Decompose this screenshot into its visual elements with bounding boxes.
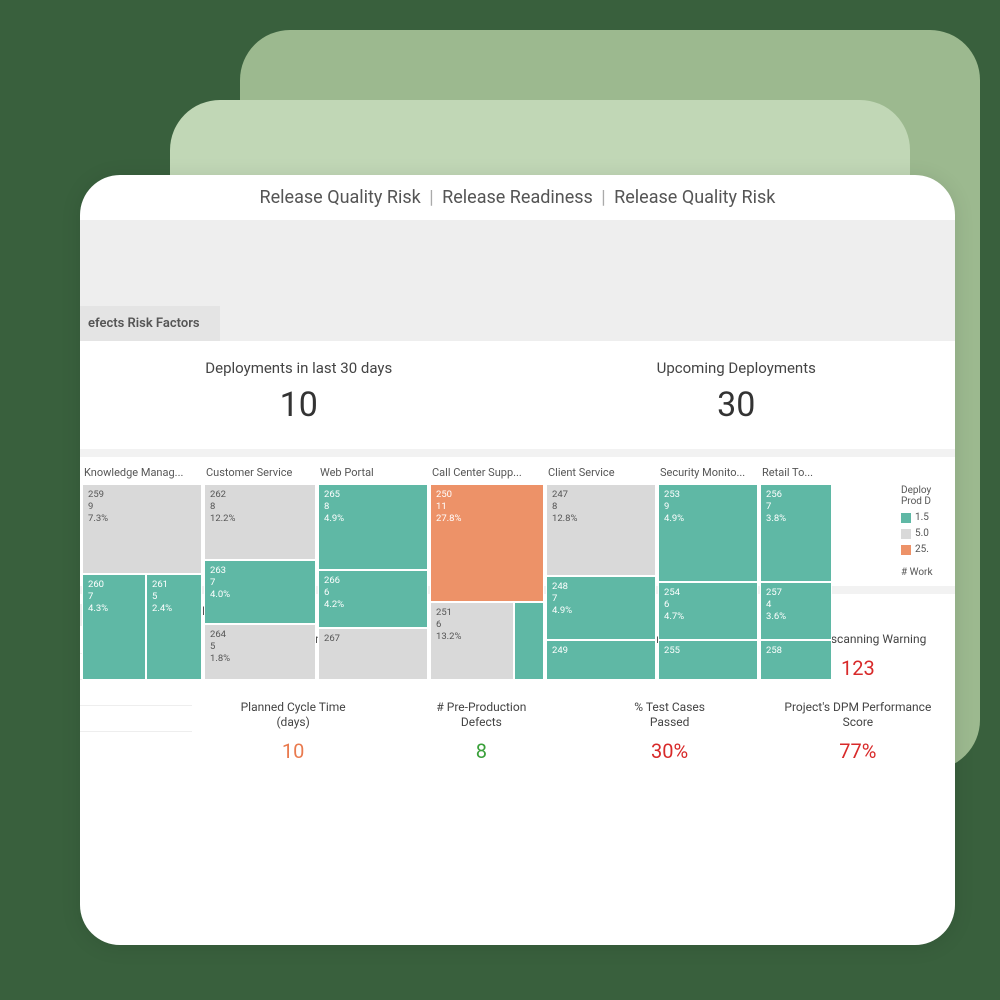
column-header: Client Service — [546, 463, 656, 484]
risk-label: # Pre-Production Defects — [390, 700, 572, 729]
column-cells: 247812.8%24874.9%249 — [546, 484, 656, 578]
treemap-cell[interactable]: 249 — [546, 640, 656, 680]
treemap-column: Customer Service262812.2%26374.0%26451.8… — [204, 463, 316, 578]
legend-title-1: Deploy — [901, 485, 951, 496]
kpi-row: Deployments in last 30 days 10 Upcoming … — [80, 341, 955, 457]
dashboard-panel: Release Quality Risk | Release Readiness… — [80, 175, 955, 945]
treemap-cell[interactable]: 26152.4% — [146, 574, 202, 680]
treemap[interactable]: Knowledge Manag...25997.3%26074.3%26152.… — [80, 463, 895, 578]
treemap-cell[interactable]: 25673.8% — [760, 484, 832, 582]
column-header: Security Monito... — [658, 463, 758, 484]
treemap-section: Knowledge Manag...25997.3%26074.3%26152.… — [80, 457, 955, 578]
breadcrumb-sep: | — [429, 187, 433, 208]
legend: Deploy Prod D 1.5 5.0 25. # Work — [895, 463, 955, 578]
treemap-cell[interactable]: 26584.9% — [318, 484, 428, 570]
treemap-cell[interactable]: 25743.6% — [760, 582, 832, 640]
swatch-orange — [901, 545, 911, 555]
risk-item: # Pre-Production Defects 8 — [390, 700, 572, 763]
breadcrumb: Release Quality Risk | Release Readiness… — [80, 175, 955, 221]
legend-item: 1.5 — [901, 512, 951, 523]
treemap-column: Knowledge Manag...25997.3%26074.3%26152.… — [82, 463, 202, 578]
treemap-cell[interactable]: 24874.9% — [546, 576, 656, 640]
kpi-value: 30 — [518, 385, 956, 425]
column-cells: 26584.9%26664.2%267 — [318, 484, 428, 578]
tab-defects-risk-factors[interactable]: efects Risk Factors — [80, 306, 220, 341]
treemap-cell[interactable]: 25997.3% — [82, 484, 202, 574]
kpi-label: Deployments in last 30 days — [80, 359, 518, 377]
risk-item: Planned Cycle Time (days) 10 — [202, 700, 384, 763]
column-cells: 262812.2%26374.0%26451.8% — [204, 484, 316, 578]
treemap-cell[interactable]: 251613.2% — [430, 602, 514, 680]
treemap-column: Client Service247812.8%24874.9%249 — [546, 463, 656, 578]
kpi-value: 10 — [80, 385, 518, 425]
risk-value: 8 — [390, 739, 572, 763]
treemap-cell[interactable]: 26664.2% — [318, 570, 428, 628]
breadcrumb-seg-1[interactable]: Release Readiness — [442, 187, 593, 208]
kpi-upcoming-deployments: Upcoming Deployments 30 — [518, 359, 956, 425]
legend-item: 25. — [901, 544, 951, 555]
treemap-column: Retail To...25673.8%25743.6%258 — [760, 463, 832, 578]
legend-footer: # Work — [901, 567, 951, 578]
column-cells: 25394.9%25464.7%255 — [658, 484, 758, 578]
breadcrumb-sep: | — [601, 187, 605, 208]
breadcrumb-seg-2[interactable]: Release Quality Risk — [614, 187, 775, 208]
treemap-cell[interactable]: 2501127.8% — [430, 484, 544, 602]
column-header: Customer Service — [204, 463, 316, 484]
treemap-cell[interactable]: 258 — [760, 640, 832, 680]
treemap-cell[interactable] — [514, 602, 544, 680]
risk-value: 10 — [202, 739, 384, 763]
column-header: Call Center Supp... — [430, 463, 544, 484]
column-header: Knowledge Manag... — [82, 463, 202, 484]
swatch-teal — [901, 513, 911, 523]
treemap-cell[interactable]: 267 — [318, 628, 428, 680]
treemap-cell[interactable]: 26374.0% — [204, 560, 316, 624]
column-cells: 2501127.8%251613.2% — [430, 484, 544, 578]
treemap-cell[interactable]: 26451.8% — [204, 624, 316, 680]
filter-band: efects Risk Factors — [80, 221, 955, 341]
column-cells: 25997.3%26074.3%26152.4% — [82, 484, 202, 578]
treemap-column: Call Center Supp...2501127.8%251613.2% — [430, 463, 544, 578]
risk-label: % Test Cases Passed — [579, 700, 761, 729]
treemap-cell[interactable]: 26074.3% — [82, 574, 146, 680]
sidebar-line — [80, 680, 192, 706]
column-header: Web Portal — [318, 463, 428, 484]
risk-value: 77% — [767, 739, 949, 763]
risk-label: Planned Cycle Time (days) — [202, 700, 384, 729]
column-header: Retail To... — [760, 463, 832, 484]
treemap-cell[interactable]: 25464.7% — [658, 582, 758, 640]
treemap-column: Web Portal26584.9%26664.2%267 — [318, 463, 428, 578]
breadcrumb-seg-0[interactable]: Release Quality Risk — [260, 187, 421, 208]
legend-item: 5.0 — [901, 528, 951, 539]
column-cells: 25673.8%25743.6%258 — [760, 484, 832, 578]
legend-title-2: Prod D — [901, 496, 951, 507]
treemap-cell[interactable]: 262812.2% — [204, 484, 316, 560]
risk-item: % Test Cases Passed 30% — [579, 700, 761, 763]
treemap-cell[interactable]: 247812.8% — [546, 484, 656, 576]
sidebar-line — [80, 706, 192, 732]
treemap-column: Security Monito...25394.9%25464.7%255 — [658, 463, 758, 578]
kpi-deployments-30d: Deployments in last 30 days 10 — [80, 359, 518, 425]
treemap-cell[interactable]: 255 — [658, 640, 758, 680]
treemap-cell[interactable]: 25394.9% — [658, 484, 758, 582]
swatch-gray — [901, 529, 911, 539]
risk-label: Project's DPM Performance Score — [767, 700, 949, 729]
risk-item: Project's DPM Performance Score 77% — [767, 700, 949, 763]
risk-value: 30% — [579, 739, 761, 763]
kpi-label: Upcoming Deployments — [518, 359, 956, 377]
